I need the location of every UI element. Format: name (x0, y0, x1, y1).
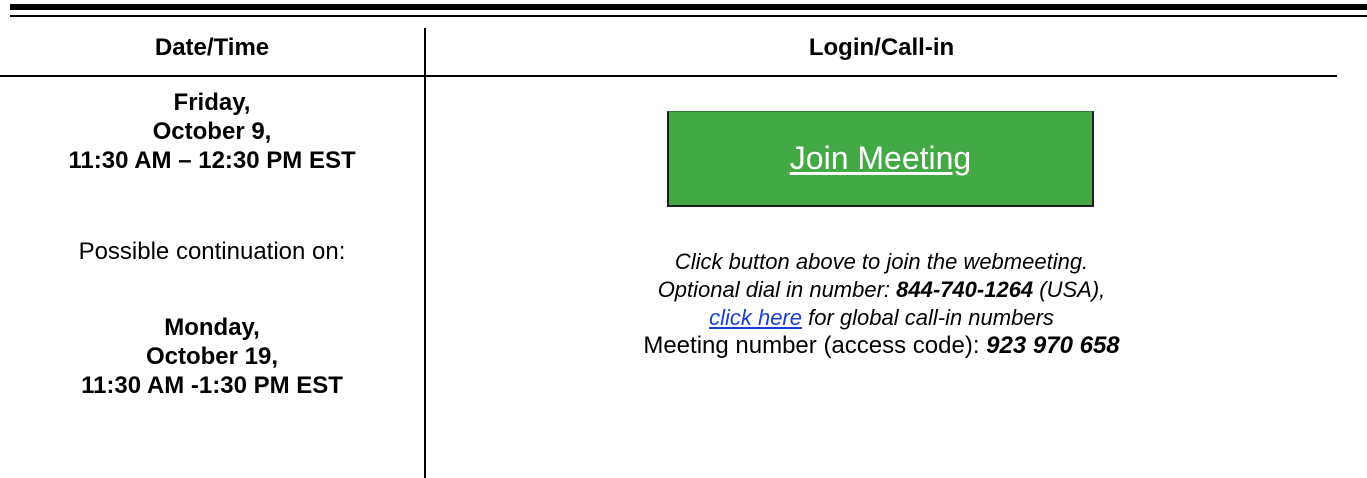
join-instruction: Click button above to join the webmeetin… (674, 249, 1089, 274)
call-in-info: Click button above to join the webmeetin… (426, 248, 1337, 360)
dial-suffix: (USA), (1033, 277, 1106, 302)
primary-time: 11:30 AM – 12:30 PM EST (68, 147, 356, 174)
join-meeting-button[interactable]: Join Meeting (667, 111, 1094, 207)
dial-in-line: Optional dial in number: 844-740-1264 (U… (426, 276, 1337, 304)
continuation-session: Monday, October 19, 11:30 AM -1:30 PM ES… (0, 313, 424, 400)
top-thin-rule (10, 15, 1367, 17)
continuation-label: Possible continuation on: (78, 238, 346, 265)
continuation-time: 11:30 AM -1:30 PM EST (81, 372, 343, 399)
header-login-callin: Login/Call-in (808, 34, 955, 61)
header-divider (0, 75, 1337, 77)
meeting-code: 923 970 658 (986, 332, 1120, 359)
continuation-day: Monday, (164, 314, 260, 341)
meeting-number-line: Meeting number (access code): 923 970 65… (426, 332, 1337, 360)
global-suffix: for global call-in numbers (802, 305, 1054, 330)
continuation-date: October 19, (145, 343, 279, 370)
dial-number: 844-740-1264 (896, 277, 1034, 302)
primary-day: Friday, (173, 89, 251, 116)
header-date-time: Date/Time (154, 34, 270, 61)
global-numbers-link[interactable]: click here (709, 305, 802, 330)
meeting-label: Meeting number (access code): (643, 332, 987, 359)
top-thick-rule (10, 4, 1367, 10)
dial-prefix: Optional dial in number: (657, 277, 897, 302)
join-meeting-label[interactable]: Join Meeting (790, 140, 971, 177)
global-line: click here for global call-in numbers (426, 304, 1337, 332)
primary-date: October 9, (152, 118, 272, 145)
primary-session: Friday, October 9, 11:30 AM – 12:30 PM E… (0, 88, 424, 175)
